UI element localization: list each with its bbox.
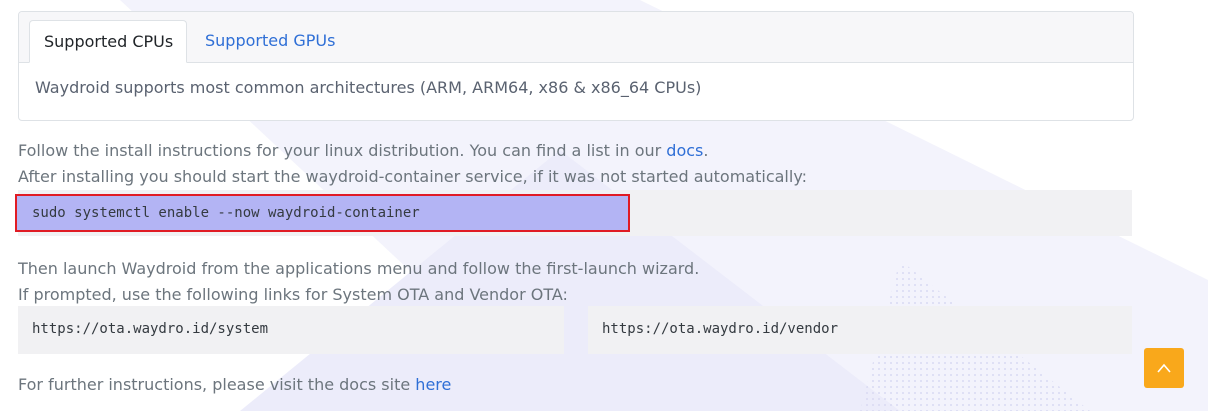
vendor-ota-url[interactable]: https://ota.waydro.id/vendor bbox=[602, 321, 838, 337]
launch-instructions-text: Then launch Waydroid from the applicatio… bbox=[18, 259, 700, 278]
docs-link[interactable]: docs bbox=[666, 141, 703, 160]
service-command-wrapper: sudo systemctl enable --now waydroid-con… bbox=[18, 196, 618, 230]
tab-content-text: Waydroid supports most common architectu… bbox=[35, 78, 702, 97]
further-instructions-text: For further instructions, please visit t… bbox=[18, 375, 416, 394]
gpu-cpu-tabs-card: Supported CPUs Supported GPUs Waydroid s… bbox=[18, 11, 1134, 121]
tab-header: Supported CPUs Supported GPUs bbox=[19, 12, 1133, 63]
chevron-up-icon bbox=[1157, 363, 1171, 373]
service-command[interactable]: sudo systemctl enable --now waydroid-con… bbox=[32, 205, 420, 221]
vendor-ota-block: https://ota.waydro.id/vendor bbox=[588, 306, 1132, 354]
install-instructions-period: . bbox=[703, 141, 709, 160]
system-ota-url[interactable]: https://ota.waydro.id/system bbox=[32, 321, 268, 337]
install-instructions-text: Follow the install instructions for your… bbox=[18, 141, 667, 160]
scroll-to-top-button[interactable] bbox=[1144, 348, 1184, 388]
install-instructions-line: Follow the install instructions for your… bbox=[18, 141, 708, 160]
further-instructions-line: For further instructions, please visit t… bbox=[18, 375, 451, 394]
tab-supported-gpus[interactable]: Supported GPUs bbox=[191, 20, 349, 62]
tab-supported-cpus[interactable]: Supported CPUs bbox=[29, 20, 187, 63]
ota-prompt-text: If prompted, use the following links for… bbox=[18, 285, 568, 304]
here-link[interactable]: here bbox=[415, 375, 451, 394]
start-service-text: After installing you should start the wa… bbox=[18, 167, 808, 186]
system-ota-block: https://ota.waydro.id/system bbox=[18, 306, 564, 354]
